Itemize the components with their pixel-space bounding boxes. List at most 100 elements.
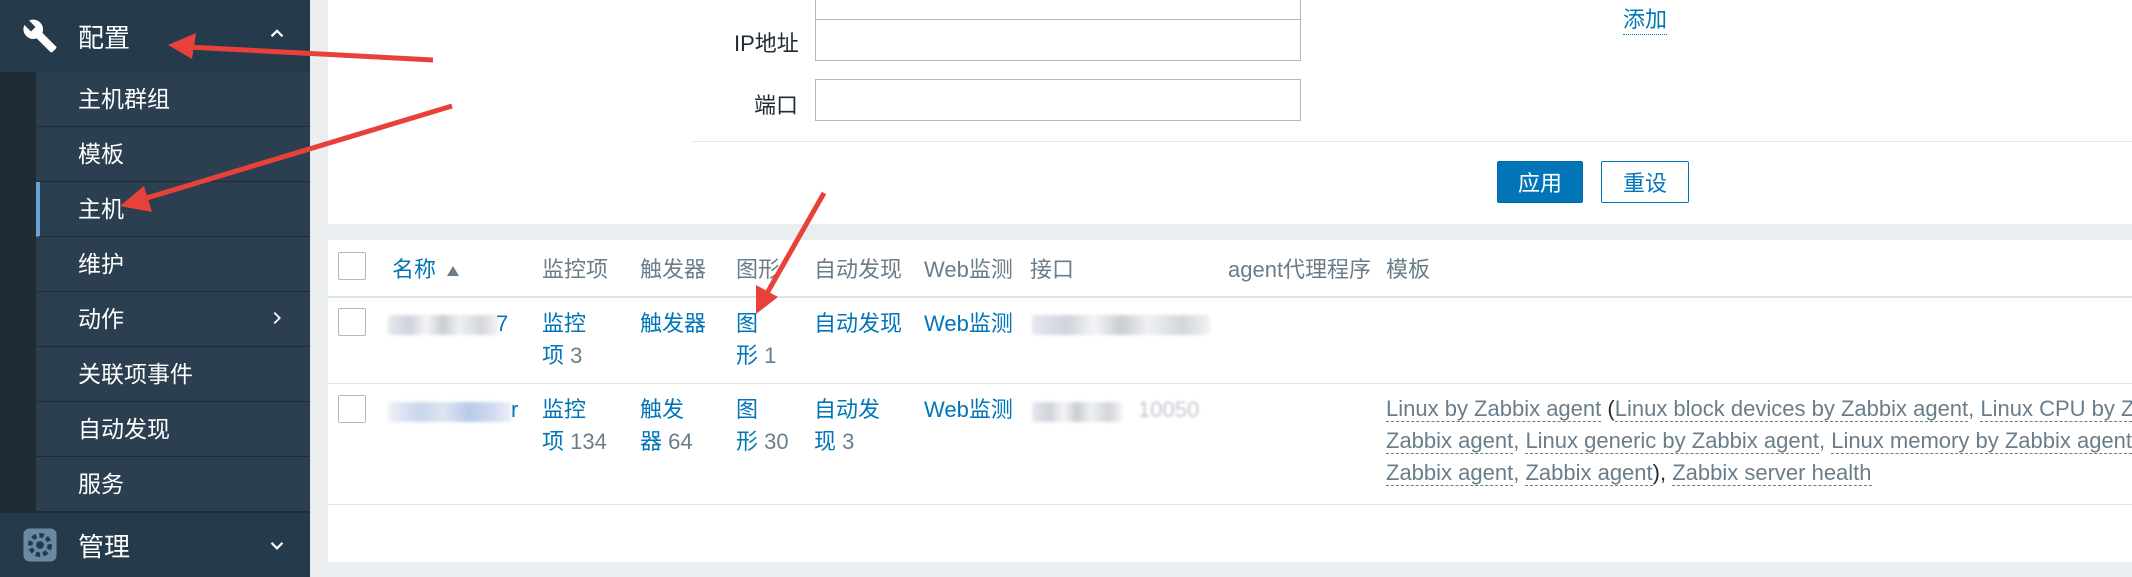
chevron-up-icon [270,29,284,38]
row2-web-link[interactable]: Web监测 [924,394,1013,426]
column-header-discovery: 自动发现 [814,257,903,282]
count: 30 [764,429,789,454]
hosts-table: 名称 监控项 触发器 图形 自动发现 Web监测 接口 agent代理程序 模板… [328,240,2132,562]
link-text: 监控 [542,311,587,336]
sidebar-item-services[interactable]: 服务 [36,457,310,512]
host-name-link[interactable]: 7 [496,308,508,340]
sidebar-item-label: 主机群组 [78,86,170,112]
menu-administration[interactable]: 管理 [0,513,310,577]
column-header-proxy: agent代理程序 [1228,257,1372,282]
punct: ), [1652,460,1673,485]
menu-config-label: 配置 [78,22,131,53]
row-separator [328,383,2132,384]
column-header-name-label: 名称 [392,257,437,282]
link-text: 图 [736,397,759,422]
template-link[interactable]: Zabbix agent [1525,460,1653,486]
add-tag-link[interactable]: 添加 [1623,2,1668,35]
row2-triggers-link[interactable]: 触发 器 64 [640,394,693,458]
punct: , [1818,428,1832,453]
sidebar-item-label: 主机 [78,196,124,222]
template-link[interactable]: Linux block devices by Zabbix agent [1614,396,1969,422]
chevron-down-icon [270,542,284,550]
reset-button[interactable]: 重设 [1601,161,1689,203]
menu-config[interactable]: 配置 [0,0,310,72]
row2-discovery-link[interactable]: 自动发 现 3 [814,394,880,458]
row1-web-link[interactable]: Web监测 [924,308,1013,340]
interface-port: 10050 [1138,397,1200,422]
filter-divider [692,141,2132,142]
row-separator [328,504,2132,505]
wrench-icon [23,19,57,53]
chevron-right-icon [273,311,281,325]
column-header-templates: 模板 [1386,257,1431,282]
punct: , [1968,396,1981,421]
link-text: 触发 [640,397,685,422]
sidebar-item-templates[interactable]: 模板 [36,127,310,182]
link-text: 项 [542,429,565,454]
sidebar-item-label: 动作 [78,306,124,332]
interface-redacted [1032,402,1122,422]
template-link[interactable]: Linux memory by Zabbix agent [1831,428,2132,454]
sidebar-item-hosts[interactable]: 主机 [36,182,310,237]
sidebar-item-event-correlation[interactable]: 关联项事件 [36,347,310,402]
host-name-link[interactable]: r [511,394,518,426]
punct: ( [1601,396,1615,421]
link-text: 图 [736,311,759,336]
sidebar-item-discovery[interactable]: 自动发现 [36,402,310,457]
gear-icon [23,528,57,562]
row2-graphs-link[interactable]: 图 形 30 [736,394,789,458]
link-text: 监控 [542,397,587,422]
ip-label: IP地址 [734,31,799,56]
link-text: 形 [736,343,759,368]
row1-discovery-link[interactable]: 自动发现 [814,308,902,340]
filter-panel: IP地址 端口 添加 应用 重设 [328,0,2132,224]
template-link[interactable]: Zabbix server health [1672,460,1872,486]
column-header-triggers: 触发器 [640,257,707,282]
host-name-redacted [388,402,512,422]
template-link[interactable]: Zabbix agent [1386,460,1514,486]
template-link[interactable]: Linux CPU by Za [1980,396,2132,422]
sidebar-item-maintenance[interactable]: 维护 [36,237,310,292]
row1-items-link[interactable]: 监控 项 3 [542,308,586,372]
header-separator [328,296,2132,298]
apply-button[interactable]: 应用 [1497,161,1583,203]
row-checkbox[interactable] [338,395,366,423]
host-name-redacted [388,315,498,335]
count: 3 [570,343,583,368]
row2-templates: Linux by Zabbix agent (Linux block devic… [1386,393,2132,489]
row1-graphs-link[interactable]: 图 形 1 [736,308,776,372]
count: 134 [570,429,607,454]
sidebar-item-host-groups[interactable]: 主机群组 [36,72,310,127]
row1-triggers-link[interactable]: 触发器 [640,308,706,340]
sidebar-item-label: 关联项事件 [78,361,193,387]
sidebar-item-label: 模板 [78,141,124,167]
sidebar-item-label: 维护 [78,251,124,277]
menu-administration-label: 管理 [78,531,131,562]
select-all-checkbox[interactable] [338,252,366,280]
link-text: 现 [814,429,837,454]
interface-redacted [1032,315,1210,335]
port-label: 端口 [754,93,799,118]
sort-asc-icon [447,266,460,276]
link-text: 自动发 [814,397,881,422]
template-link[interactable]: Linux generic by Zabbix agent [1525,428,1819,454]
punct: , [1513,428,1526,453]
link-text: 项 [542,343,565,368]
config-submenu: 主机群组 模板 主机 维护 动作 关联项事件 自动发现 服务 [36,72,310,512]
link-text: 器 [640,429,663,454]
link-text: 形 [736,429,759,454]
column-header-web: Web监测 [924,257,1013,282]
column-header-interface: 接口 [1030,257,1075,282]
sidebar: 配置 主机群组 模板 主机 维护 动作 关联项事件 自动发现 服务 管理 [0,0,310,577]
template-link[interactable]: Linux by Zabbix agent [1386,396,1602,422]
sidebar-item-actions[interactable]: 动作 [36,292,310,347]
row2-items-link[interactable]: 监控 项 134 [542,394,607,458]
sidebar-item-label: 自动发现 [78,416,170,442]
column-header-name[interactable]: 名称 [392,252,460,284]
port-input[interactable] [815,79,1301,121]
row-checkbox[interactable] [338,308,366,336]
column-header-items: 监控项 [542,257,609,282]
template-link[interactable]: Zabbix agent [1386,428,1514,454]
count: 64 [668,429,693,454]
ip-input[interactable] [815,19,1301,61]
